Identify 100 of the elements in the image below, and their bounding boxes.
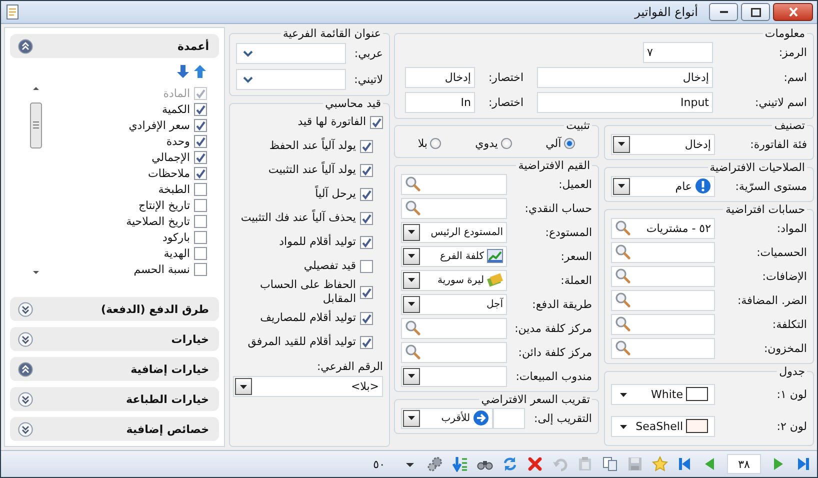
checkbox[interactable] <box>360 260 373 272</box>
checkbox[interactable] <box>194 262 207 276</box>
dropdown[interactable]: إدخال <box>611 134 715 154</box>
checkbox[interactable] <box>194 150 207 164</box>
checkbox[interactable] <box>194 214 207 228</box>
checkbox[interactable] <box>194 166 207 180</box>
document-icon[interactable] <box>5 4 21 20</box>
lookup-field[interactable]: ٥٢ - مشتريات <box>611 218 715 238</box>
search-icon[interactable] <box>615 292 631 308</box>
close-button[interactable] <box>773 3 813 21</box>
checkbox[interactable] <box>360 312 373 324</box>
input-field[interactable] <box>493 408 525 428</box>
search-icon[interactable] <box>405 200 421 216</box>
checkbox[interactable] <box>194 134 207 148</box>
input-field[interactable]: ٧ <box>643 42 713 63</box>
search-icon[interactable] <box>615 316 631 332</box>
checkbox[interactable] <box>194 118 207 132</box>
arrow-down-icon[interactable] <box>176 64 190 79</box>
search-icon[interactable] <box>615 340 631 356</box>
checkbox[interactable] <box>194 198 207 212</box>
cross-icon[interactable] <box>527 456 543 472</box>
double-chevron-icon[interactable] <box>18 362 33 376</box>
search-icon[interactable] <box>615 268 631 284</box>
dropdown[interactable] <box>401 366 507 386</box>
checkbox[interactable] <box>360 188 373 200</box>
lookup-field[interactable] <box>611 314 715 334</box>
checkbox[interactable] <box>360 212 373 224</box>
chevron-down-icon[interactable] <box>243 76 253 82</box>
search-icon[interactable] <box>615 220 631 236</box>
dropdown-button[interactable] <box>613 136 630 152</box>
lookup-field[interactable] <box>401 318 507 338</box>
sort-icon[interactable] <box>452 456 468 472</box>
dropdown-button[interactable] <box>235 378 252 395</box>
restore-button[interactable] <box>741 3 770 21</box>
checkbox[interactable] <box>360 140 373 152</box>
refresh-icon[interactable] <box>502 456 518 472</box>
input-field[interactable]: إدخال <box>537 67 713 88</box>
double-chevron-icon[interactable] <box>18 302 33 316</box>
star-icon[interactable] <box>652 456 668 472</box>
search-icon[interactable] <box>405 176 421 192</box>
dropdown-button[interactable] <box>403 296 420 312</box>
double-chevron-icon[interactable] <box>18 392 33 406</box>
minimize-button[interactable] <box>709 3 738 21</box>
color-picker[interactable]: White <box>611 384 715 404</box>
lookup-field[interactable] <box>401 174 507 194</box>
dropdown-button[interactable] <box>403 224 420 240</box>
dropdown[interactable]: <بلا> <box>233 376 383 397</box>
checkbox[interactable] <box>194 182 207 196</box>
copy-icon[interactable] <box>602 456 618 472</box>
section-header[interactable]: خصائص إضافية <box>10 417 219 441</box>
color-picker[interactable]: SeaShell <box>611 416 715 436</box>
dropdown-button[interactable] <box>403 248 420 264</box>
radio-button[interactable] <box>430 138 442 148</box>
section-header[interactable]: طرق الدفع (الدفعة) <box>10 297 219 321</box>
lookup-field[interactable] <box>401 198 507 218</box>
search-icon[interactable] <box>405 320 421 336</box>
section-header[interactable]: أعمدة <box>10 34 219 58</box>
skip-start-icon[interactable] <box>677 456 693 472</box>
lookup-field[interactable] <box>401 342 507 362</box>
input-field[interactable]: Input <box>537 92 713 113</box>
section-header[interactable]: خيارات إضافية <box>10 357 219 381</box>
checkbox[interactable] <box>360 236 373 248</box>
lookup-field[interactable] <box>611 266 715 286</box>
dropdown-button[interactable] <box>403 368 420 384</box>
search-icon[interactable] <box>405 344 421 360</box>
section-header[interactable]: خيارات الطباعة <box>10 387 219 411</box>
input-field[interactable]: In <box>405 92 475 113</box>
checkbox[interactable] <box>194 246 207 260</box>
double-chevron-icon[interactable] <box>18 332 33 346</box>
radio-button[interactable] <box>500 138 512 148</box>
double-chevron-icon[interactable] <box>18 422 33 436</box>
radio-button[interactable] <box>564 138 576 148</box>
lookup-field[interactable] <box>611 242 715 262</box>
dropdown[interactable]: ليرة سورية <box>401 270 507 290</box>
dropdown-button[interactable] <box>613 178 630 194</box>
skip-end-icon[interactable] <box>795 456 811 472</box>
checkbox[interactable] <box>194 230 207 244</box>
checkbox[interactable] <box>370 116 383 128</box>
dropdown[interactable]: المستودع الرئيس <box>401 222 507 242</box>
dropdown[interactable]: آجل <box>401 294 507 314</box>
dropdown[interactable]: كلفة الفرع <box>401 246 507 266</box>
dropdown[interactable]: للأقرب <box>401 408 493 428</box>
input-field[interactable]: إدخال <box>405 67 475 88</box>
lookup-field[interactable] <box>611 338 715 358</box>
section-header[interactable]: خيارات <box>10 327 219 351</box>
lookup-field[interactable] <box>611 290 715 310</box>
gears-icon[interactable] <box>427 456 443 472</box>
arrow-up-icon[interactable] <box>193 64 207 79</box>
dropdown-button[interactable] <box>403 410 420 426</box>
dropdown[interactable]: عام <box>611 176 715 196</box>
checkbox[interactable] <box>194 102 207 116</box>
checkbox[interactable] <box>360 336 373 348</box>
record-number-field[interactable]: ٣٨ <box>727 454 761 474</box>
chevron-down-icon[interactable] <box>243 50 253 56</box>
double-chevron-icon[interactable] <box>18 38 33 54</box>
checkbox[interactable] <box>360 164 373 176</box>
search-icon[interactable] <box>615 244 631 260</box>
dropdown-button[interactable] <box>403 272 420 288</box>
checkbox[interactable] <box>360 286 373 298</box>
scrollbar[interactable] <box>30 85 42 277</box>
